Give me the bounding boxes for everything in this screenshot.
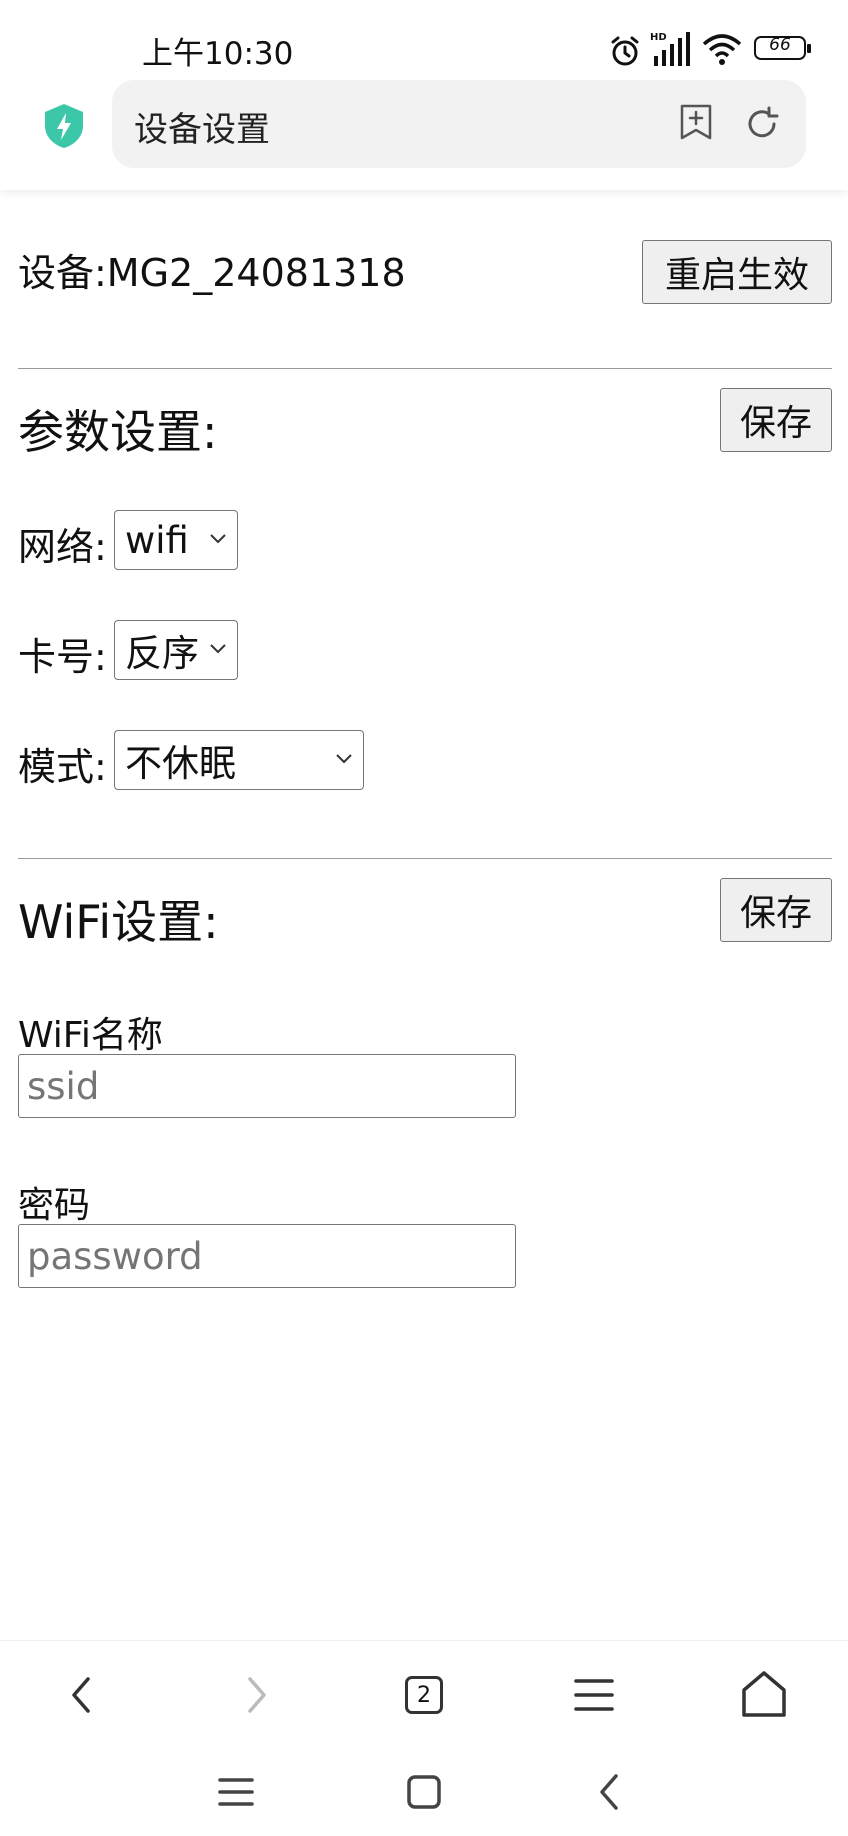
browser-bottom-nav: 2	[0, 1640, 848, 1751]
shield-icon[interactable]	[40, 102, 88, 150]
menu-icon[interactable]	[564, 1665, 624, 1725]
battery-icon: 66	[754, 35, 811, 60]
wifi-section-title: WiFi设置:	[18, 895, 219, 949]
ssid-label: WiFi名称	[18, 1015, 163, 1056]
network-select-value: wifi	[125, 518, 189, 562]
restart-button[interactable]: 重启生效	[642, 240, 832, 304]
password-label: 密码	[18, 1185, 91, 1226]
device-row: 设备:MG2_24081318 重启生效	[18, 240, 832, 306]
address-bar[interactable]: 设备设置	[112, 80, 806, 168]
system-nav-bar	[0, 1750, 848, 1836]
mode-select[interactable]: 不休眠	[114, 730, 364, 790]
params-section-title: 参数设置:	[18, 405, 218, 459]
home-icon[interactable]	[734, 1665, 794, 1725]
home-square-icon[interactable]	[400, 1768, 448, 1816]
svg-text:HD: HD	[650, 32, 667, 43]
back-icon[interactable]	[52, 1665, 112, 1725]
divider	[18, 368, 832, 369]
device-label: 设备:MG2_24081318	[18, 251, 406, 295]
card-select-value: 反序	[125, 632, 199, 675]
mode-label: 模式:	[18, 745, 107, 789]
card-label: 卡号:	[18, 635, 107, 679]
forward-icon[interactable]	[226, 1665, 286, 1725]
back-triangle-icon[interactable]	[586, 1768, 634, 1816]
page-title: 设备设置	[134, 110, 270, 150]
status-icons: HD 66	[608, 28, 848, 72]
browser-toolbar: 设备设置	[0, 72, 848, 190]
wifi-save-button[interactable]: 保存	[720, 878, 832, 942]
tab-count: 2	[417, 1682, 431, 1708]
status-time: 上午10:30	[142, 36, 294, 72]
divider	[18, 858, 832, 859]
chevron-down-icon	[336, 754, 352, 764]
mode-select-value: 不休眠	[125, 742, 236, 785]
recents-icon[interactable]	[212, 1768, 260, 1816]
wifi-icon	[702, 34, 742, 65]
alarm-icon	[611, 36, 639, 66]
network-label: 网络:	[18, 525, 107, 569]
hd-signal-icon: HD	[650, 32, 690, 66]
chevron-down-icon	[210, 644, 226, 654]
chevron-down-icon	[210, 534, 226, 544]
battery-level: 66	[769, 35, 791, 55]
bookmark-add-icon[interactable]	[678, 102, 714, 142]
reload-icon[interactable]	[742, 104, 782, 144]
network-select[interactable]: wifi	[114, 510, 238, 570]
tabs-icon[interactable]: 2	[394, 1665, 454, 1725]
password-input[interactable]	[18, 1224, 516, 1288]
card-select[interactable]: 反序	[114, 620, 238, 680]
params-save-button[interactable]: 保存	[720, 388, 832, 452]
ssid-input[interactable]	[18, 1054, 516, 1118]
